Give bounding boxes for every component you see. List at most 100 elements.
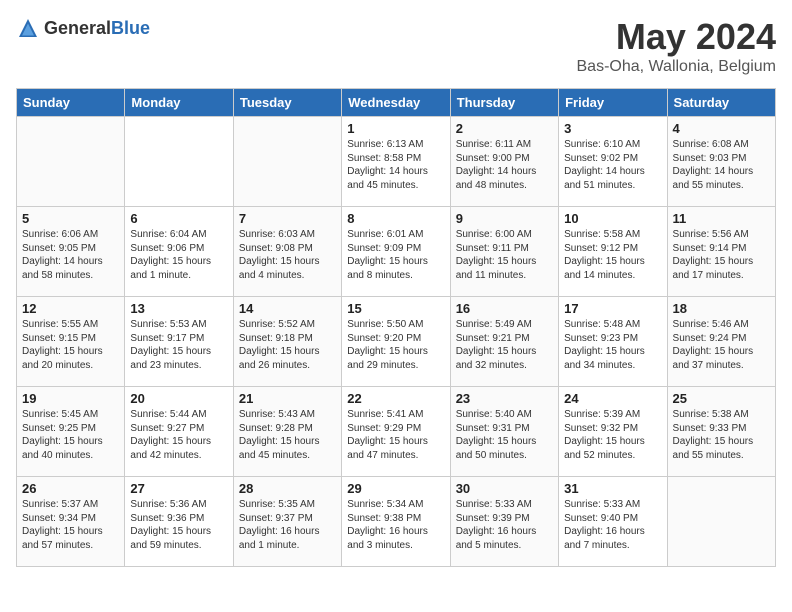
day-info: Sunrise: 5:34 AM Sunset: 9:38 PM Dayligh…	[347, 498, 444, 552]
calendar-table: SundayMondayTuesdayWednesdayThursdayFrid…	[16, 88, 776, 567]
day-number: 20	[130, 391, 227, 406]
weekday-header-sunday: Sunday	[17, 89, 125, 117]
calendar-cell: 9Sunrise: 6:00 AM Sunset: 9:11 PM Daylig…	[450, 207, 558, 297]
day-info: Sunrise: 6:13 AM Sunset: 8:58 PM Dayligh…	[347, 138, 444, 192]
day-number: 1	[347, 121, 444, 136]
calendar-cell: 7 Sunrise: 6:03 AM Sunset: 9:08 PM Daylig…	[233, 207, 341, 297]
calendar-cell	[125, 117, 233, 207]
day-info: Sunrise: 5:50 AM Sunset: 9:20 PM Dayligh…	[347, 318, 444, 372]
day-number: 3	[564, 121, 661, 136]
day-info: Sunrise: 5:49 AM Sunset: 9:21 PM Dayligh…	[456, 318, 553, 372]
calendar-cell: 26 Sunrise: 5:37 AM Sunset: 9:34 PM Dayli…	[17, 477, 125, 567]
day-info: Sunrise: 5:33 AM Sunset: 9:39 PM Dayligh…	[456, 498, 553, 552]
day-info: Sunrise: 5:53 AM Sunset: 9:17 PM Dayligh…	[130, 318, 227, 372]
calendar-cell: 15 Sunrise: 5:50 AM Sunset: 9:20 PM Dayli…	[342, 297, 450, 387]
title-block: May 2024 Bas-Oha, Wallonia, Belgium	[577, 16, 777, 76]
calendar-cell: 27 Sunrise: 5:36 AM Sunset: 9:36 PM Dayli…	[125, 477, 233, 567]
day-number: 22	[347, 391, 444, 406]
day-number: 2	[456, 121, 553, 136]
day-info: Sunrise: 5:44 AM Sunset: 9:27 PM Dayligh…	[130, 408, 227, 462]
day-info: Sunrise: 5:58 AM Sunset: 9:12 PM Dayligh…	[564, 228, 661, 282]
calendar-cell	[17, 117, 125, 207]
day-number: 10	[564, 211, 661, 226]
calendar-cell: 14Sunrise: 5:52 AM Sunset: 9:18 PM Dayli…	[233, 297, 341, 387]
day-info: Sunrise: 6:11 AM Sunset: 9:00 PM Dayligh…	[456, 138, 553, 192]
day-info: Sunrise: 5:37 AM Sunset: 9:34 PM Dayligh…	[22, 498, 119, 552]
month-title: May 2024	[577, 16, 777, 58]
day-info: Sunrise: 6:10 AM Sunset: 9:02 PM Dayligh…	[564, 138, 661, 192]
day-number: 12	[22, 301, 119, 316]
weekday-header-tuesday: Tuesday	[233, 89, 341, 117]
day-info: Sunrise: 5:56 AM Sunset: 9:14 PM Dayligh…	[673, 228, 770, 282]
day-info: Sunrise: 5:40 AM Sunset: 9:31 PM Dayligh…	[456, 408, 553, 462]
day-info: Sunrise: 5:55 AM Sunset: 9:15 PM Dayligh…	[22, 318, 119, 372]
day-info: Sunrise: 5:33 AM Sunset: 9:40 PM Dayligh…	[564, 498, 661, 552]
calendar-cell: 24 Sunrise: 5:39 AM Sunset: 9:32 PM Dayli…	[559, 387, 667, 477]
day-info: Sunrise: 5:38 AM Sunset: 9:33 PM Dayligh…	[673, 408, 770, 462]
calendar-cell	[667, 477, 775, 567]
week-row-3: 12 Sunrise: 5:55 AM Sunset: 9:15 PM Dayli…	[17, 297, 776, 387]
calendar-cell: 4Sunrise: 6:08 AM Sunset: 9:03 PM Daylig…	[667, 117, 775, 207]
day-number: 25	[673, 391, 770, 406]
logo-icon	[16, 16, 40, 40]
day-info: Sunrise: 6:01 AM Sunset: 9:09 PM Dayligh…	[347, 228, 444, 282]
day-number: 26	[22, 481, 119, 496]
day-number: 18	[673, 301, 770, 316]
day-number: 9	[456, 211, 553, 226]
day-number: 11	[673, 211, 770, 226]
calendar-cell: 22 Sunrise: 5:41 AM Sunset: 9:29 PM Dayli…	[342, 387, 450, 477]
day-number: 23	[456, 391, 553, 406]
calendar-cell: 2 Sunrise: 6:11 AM Sunset: 9:00 PM Daylig…	[450, 117, 558, 207]
day-number: 30	[456, 481, 553, 496]
day-number: 17	[564, 301, 661, 316]
calendar-cell: 18 Sunrise: 5:46 AM Sunset: 9:24 PM Dayli…	[667, 297, 775, 387]
day-number: 19	[22, 391, 119, 406]
day-number: 24	[564, 391, 661, 406]
week-row-2: 5 Sunrise: 6:06 AM Sunset: 9:05 PM Daylig…	[17, 207, 776, 297]
calendar-cell: 16Sunrise: 5:49 AM Sunset: 9:21 PM Dayli…	[450, 297, 558, 387]
page-header: GeneralBlue May 2024 Bas-Oha, Wallonia, …	[16, 16, 776, 76]
day-number: 27	[130, 481, 227, 496]
calendar-cell: 5 Sunrise: 6:06 AM Sunset: 9:05 PM Daylig…	[17, 207, 125, 297]
day-info: Sunrise: 5:36 AM Sunset: 9:36 PM Dayligh…	[130, 498, 227, 552]
week-row-1: 1 Sunrise: 6:13 AM Sunset: 8:58 PM Daylig…	[17, 117, 776, 207]
day-info: Sunrise: 6:06 AM Sunset: 9:05 PM Dayligh…	[22, 228, 119, 282]
calendar-cell: 6 Sunrise: 6:04 AM Sunset: 9:06 PM Daylig…	[125, 207, 233, 297]
weekday-header-thursday: Thursday	[450, 89, 558, 117]
day-info: Sunrise: 6:03 AM Sunset: 9:08 PM Dayligh…	[239, 228, 336, 282]
day-number: 6	[130, 211, 227, 226]
logo: GeneralBlue	[16, 16, 150, 40]
calendar-cell: 25 Sunrise: 5:38 AM Sunset: 9:33 PM Dayli…	[667, 387, 775, 477]
day-info: Sunrise: 5:46 AM Sunset: 9:24 PM Dayligh…	[673, 318, 770, 372]
day-number: 29	[347, 481, 444, 496]
day-info: Sunrise: 6:04 AM Sunset: 9:06 PM Dayligh…	[130, 228, 227, 282]
day-info: Sunrise: 5:48 AM Sunset: 9:23 PM Dayligh…	[564, 318, 661, 372]
day-info: Sunrise: 5:45 AM Sunset: 9:25 PM Dayligh…	[22, 408, 119, 462]
day-info: Sunrise: 5:39 AM Sunset: 9:32 PM Dayligh…	[564, 408, 661, 462]
calendar-cell: 19 Sunrise: 5:45 AM Sunset: 9:25 PM Dayli…	[17, 387, 125, 477]
calendar-cell: 23 Sunrise: 5:40 AM Sunset: 9:31 PM Dayli…	[450, 387, 558, 477]
day-number: 21	[239, 391, 336, 406]
calendar-cell: 20 Sunrise: 5:44 AM Sunset: 9:27 PM Dayli…	[125, 387, 233, 477]
weekday-header-saturday: Saturday	[667, 89, 775, 117]
day-number: 15	[347, 301, 444, 316]
week-row-4: 19 Sunrise: 5:45 AM Sunset: 9:25 PM Dayli…	[17, 387, 776, 477]
weekday-header-monday: Monday	[125, 89, 233, 117]
day-info: Sunrise: 5:52 AM Sunset: 9:18 PM Dayligh…	[239, 318, 336, 372]
week-row-5: 26 Sunrise: 5:37 AM Sunset: 9:34 PM Dayli…	[17, 477, 776, 567]
calendar-cell: 17 Sunrise: 5:48 AM Sunset: 9:23 PM Dayli…	[559, 297, 667, 387]
calendar-cell: 3 Sunrise: 6:10 AM Sunset: 9:02 PM Daylig…	[559, 117, 667, 207]
weekday-header-row: SundayMondayTuesdayWednesdayThursdayFrid…	[17, 89, 776, 117]
calendar-cell: 28Sunrise: 5:35 AM Sunset: 9:37 PM Dayli…	[233, 477, 341, 567]
day-info: Sunrise: 5:41 AM Sunset: 9:29 PM Dayligh…	[347, 408, 444, 462]
day-number: 5	[22, 211, 119, 226]
calendar-cell: 13 Sunrise: 5:53 AM Sunset: 9:17 PM Dayli…	[125, 297, 233, 387]
location: Bas-Oha, Wallonia, Belgium	[577, 58, 777, 76]
day-number: 28	[239, 481, 336, 496]
calendar-cell: 8Sunrise: 6:01 AM Sunset: 9:09 PM Daylig…	[342, 207, 450, 297]
calendar-cell: 29 Sunrise: 5:34 AM Sunset: 9:38 PM Dayli…	[342, 477, 450, 567]
day-info: Sunrise: 6:08 AM Sunset: 9:03 PM Dayligh…	[673, 138, 770, 192]
day-number: 13	[130, 301, 227, 316]
calendar-cell	[233, 117, 341, 207]
day-number: 7	[239, 211, 336, 226]
